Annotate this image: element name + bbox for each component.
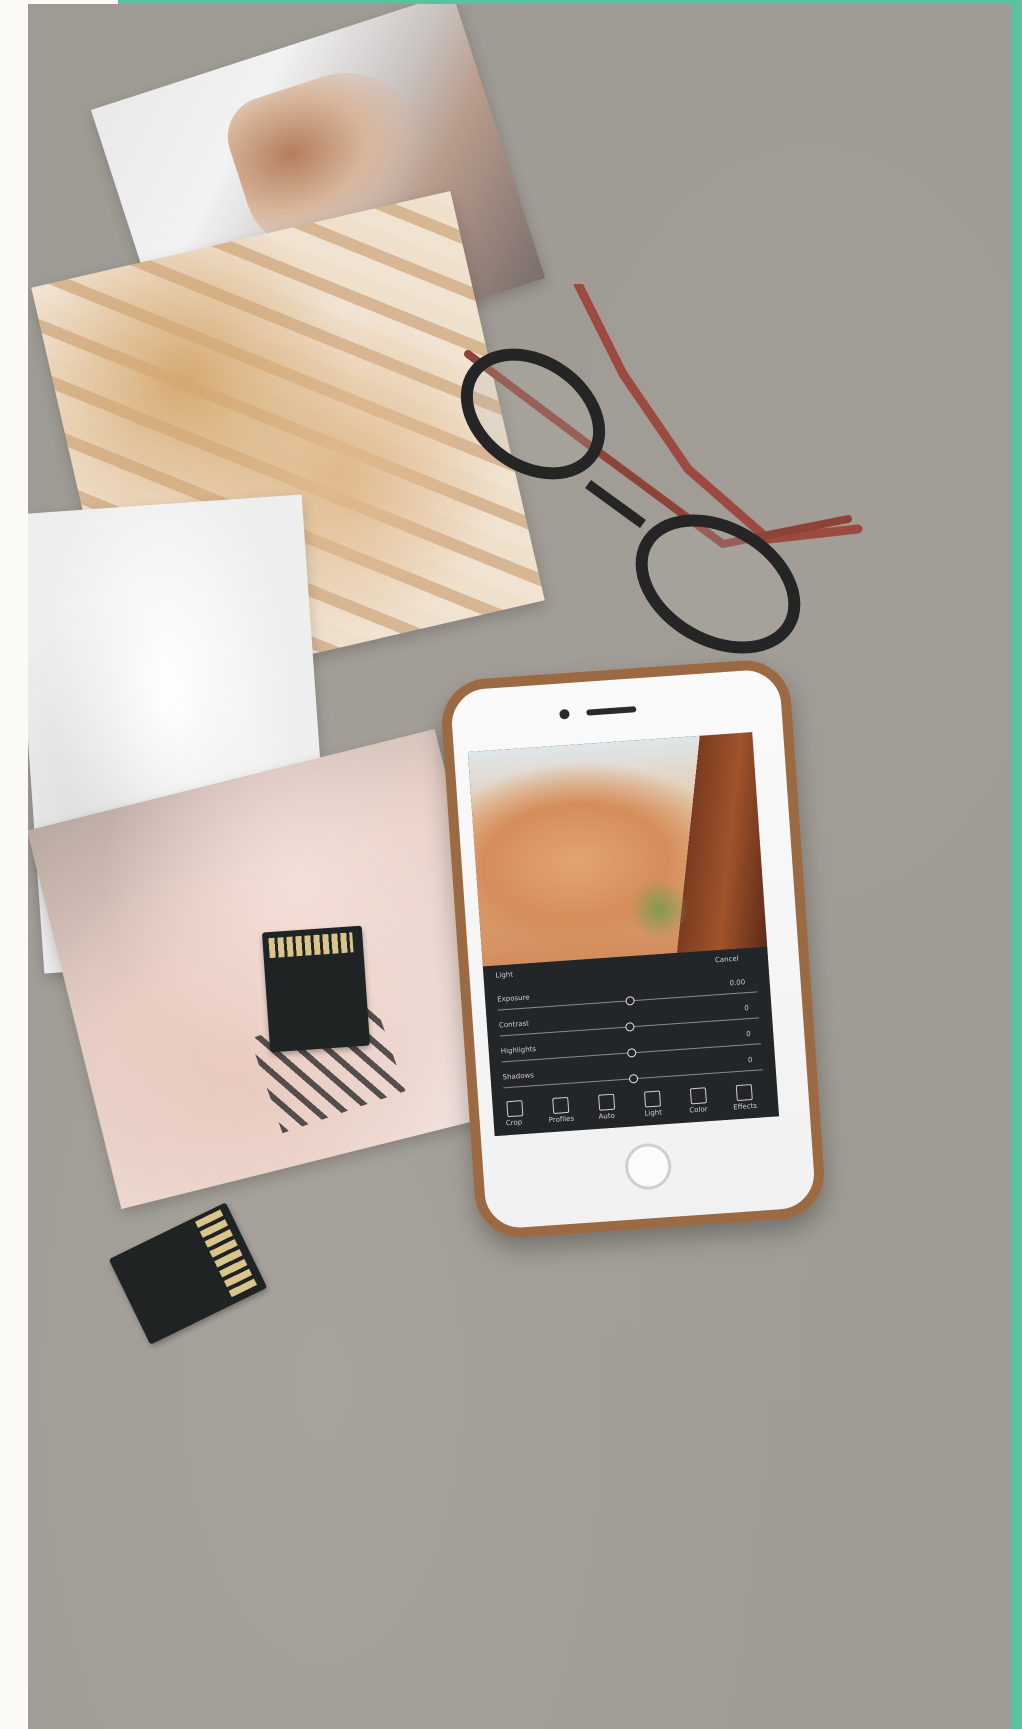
auto-icon [598,1093,616,1111]
phone-screen: Cancel Light Exposure 0.00 Contrast 0 Hi… [467,732,780,1137]
color-icon [689,1087,707,1105]
tool-label: Auto [598,1111,616,1121]
sd-card [261,925,371,1053]
slider-label: Exposure [496,993,530,1004]
slider-knob [628,1073,639,1084]
left-margin [0,0,28,1729]
right-accent-bar [1011,0,1022,1729]
tool-label: Color [689,1105,708,1115]
slider-value: 0 [744,1004,750,1013]
light-icon [643,1090,662,1108]
profiles-icon [552,1096,570,1114]
earpiece-speaker [586,706,637,716]
tabletop-scene: Cancel Light Exposure 0.00 Contrast 0 Hi… [28,4,1011,1729]
tool-label: Profiles [548,1114,575,1125]
eyeglasses [460,284,863,654]
slider-label: Highlights [500,1045,537,1056]
effects-icon [735,1084,753,1102]
sd-card-contacts [194,1209,257,1298]
tool-label: Light [644,1108,663,1118]
home-button [623,1141,673,1192]
slider-label: Shadows [502,1071,535,1082]
slider-knob [625,996,635,1006]
cancel-label: Cancel [714,954,739,965]
tool-label: Crop [505,1118,523,1128]
slider-knob [626,1048,637,1058]
tool-label: Effects [733,1101,758,1112]
slider-value: 0 [745,1030,751,1039]
edit-panel: Cancel Light Exposure 0.00 Contrast 0 Hi… [482,946,780,1137]
slider-knob [625,1022,635,1032]
sd-card [108,1202,268,1345]
smartphone: Cancel Light Exposure 0.00 Contrast 0 Hi… [438,657,828,1241]
sd-card-contacts [268,932,354,959]
slider-label: Contrast [498,1019,530,1030]
crop-icon [506,1100,524,1118]
front-camera [559,708,570,720]
edited-photo-preview [467,732,768,967]
slider-value: 0.00 [729,978,746,988]
photo-frame: Cancel Light Exposure 0.00 Contrast 0 Hi… [0,0,1022,1729]
section-label: Light [495,970,514,980]
slider-value: 0 [747,1055,753,1065]
